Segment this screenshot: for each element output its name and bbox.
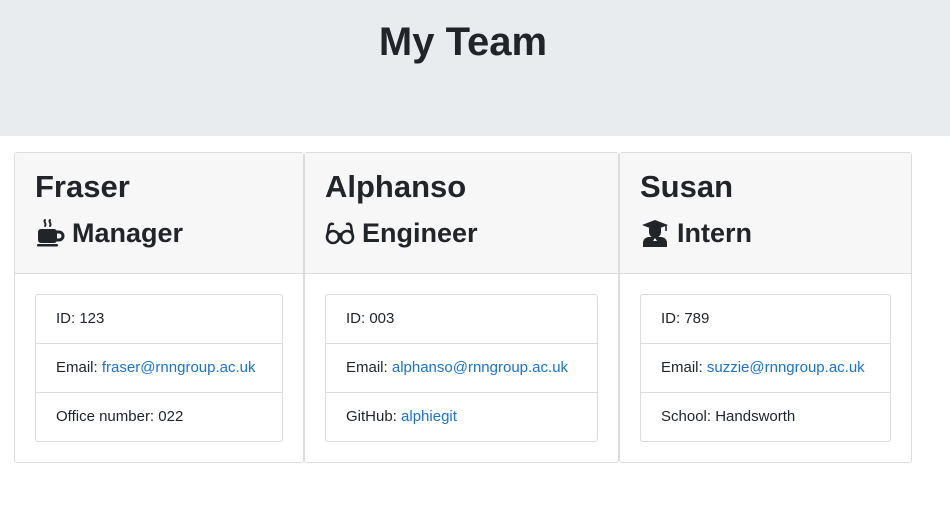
list-item-id: ID: 789 (641, 295, 890, 344)
employee-name: Susan (640, 169, 734, 204)
card-header: Fraser Manager (15, 153, 303, 274)
list-item-github: GitHub: alphiegit (346, 408, 457, 425)
list-item-office-number: Office number: 022 (56, 408, 184, 425)
office-number: 022 (158, 408, 184, 425)
employee-details: ID: 123 Email: fraser@rnngroup.ac.uk Off… (35, 294, 283, 442)
employee-name: Alphanso (325, 169, 467, 204)
page-title: My Team (378, 20, 548, 64)
list-item-email: Email: suzzie@rnngroup.ac.uk (641, 344, 890, 393)
email-link[interactable]: alphanso@rnngroup.ac.uk (392, 359, 568, 376)
github-link[interactable]: alphiegit (401, 408, 457, 425)
employee-role: Intern (640, 215, 752, 251)
employee-details: ID: 789 Email: suzzie@rnngroup.ac.uk Sch… (640, 294, 891, 442)
glasses-icon (325, 218, 355, 248)
school-name: Handsworth (715, 408, 796, 425)
role-label: Engineer (362, 217, 478, 248)
employee-role: Manager (35, 215, 183, 251)
email-link[interactable]: fraser@rnngroup.ac.uk (102, 359, 256, 376)
graduate-icon (640, 218, 670, 248)
employee-id: 123 (79, 310, 105, 327)
employee-card-intern: Susan Intern ID: 789 Email: suzzie@rnngr… (619, 152, 912, 463)
email-link[interactable]: suzzie@rnngroup.ac.uk (707, 359, 865, 376)
list-item-email: Email: alphanso@rnngroup.ac.uk (326, 344, 597, 393)
employee-name: Fraser (35, 169, 130, 204)
list-item-school: School: Handsworth (661, 408, 796, 425)
header-banner: My Team (0, 0, 950, 136)
employee-id: 789 (684, 310, 710, 327)
coffee-icon (35, 218, 65, 248)
employee-card-engineer: Alphanso Engineer ID: 003 Email: alphans… (304, 152, 619, 463)
list-item-email: Email: fraser@rnngroup.ac.uk (36, 344, 282, 393)
employee-details: ID: 003 Email: alphanso@rnngroup.ac.uk G… (325, 294, 598, 442)
card-header: Susan Intern (620, 153, 911, 274)
employee-role: Engineer (325, 215, 478, 251)
role-label: Intern (677, 217, 753, 248)
card-header: Alphanso Engineer (305, 153, 618, 274)
list-item-id: ID: 123 (36, 295, 282, 344)
employee-id: 003 (369, 310, 395, 327)
role-label: Manager (72, 217, 184, 248)
list-item-id: ID: 003 (326, 295, 597, 344)
employee-card-manager: Fraser Manager ID: 123 Email: fraser@rnn… (14, 152, 304, 463)
